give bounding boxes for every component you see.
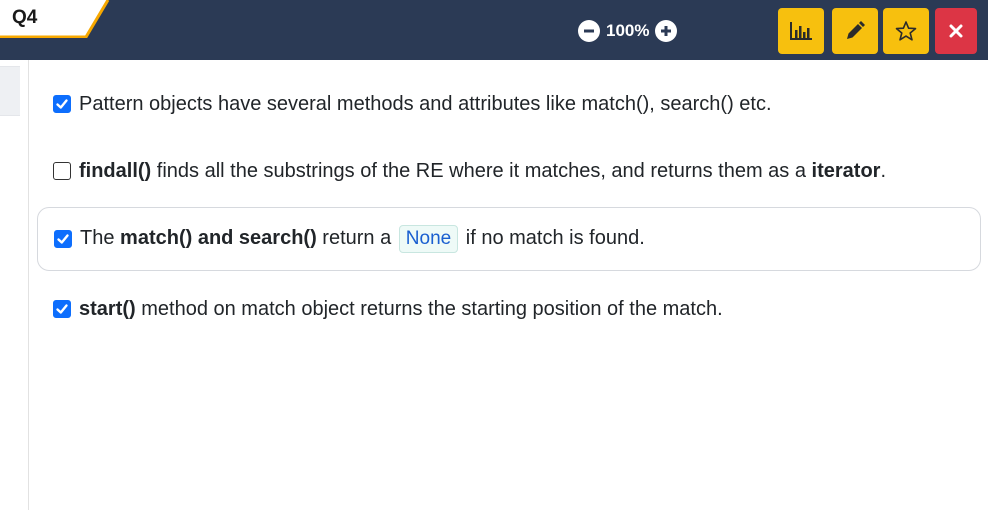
option-2[interactable]: findall() finds all the substrings of th…: [37, 155, 981, 187]
option-1-text: Pattern objects have several methods and…: [79, 92, 772, 115]
star-icon: [895, 21, 917, 41]
zoom-level: 100%: [606, 21, 650, 40]
option-2-checkbox[interactable]: [53, 162, 71, 180]
sidebar-selected-item[interactable]: [0, 66, 20, 116]
option-4[interactable]: start() method on match object returns t…: [37, 293, 981, 325]
edit-button[interactable]: [832, 8, 878, 54]
option-4-text: start() method on match object returns t…: [79, 297, 723, 320]
close-button[interactable]: [935, 8, 977, 54]
close-icon: [949, 24, 963, 38]
zoom-out-button[interactable]: [578, 20, 600, 42]
question-number: Q4: [12, 7, 38, 28]
option-1-checkbox[interactable]: [53, 95, 71, 113]
bar-chart-icon: [790, 22, 812, 40]
option-3[interactable]: The match() and search() return a None i…: [37, 207, 981, 271]
question-tab[interactable]: Q4: [0, 0, 110, 38]
checkmark-icon: [57, 234, 69, 244]
option-1[interactable]: Pattern objects have several methods and…: [37, 88, 981, 120]
favorite-button[interactable]: [883, 8, 929, 54]
checkmark-icon: [56, 99, 68, 109]
option-4-checkbox[interactable]: [53, 300, 71, 318]
plus-icon: [661, 26, 672, 36]
top-toolbar: Q4 100%: [0, 0, 988, 60]
minus-icon: [584, 29, 594, 33]
pencil-icon: [847, 21, 865, 39]
zoom-control: 100%: [578, 18, 678, 44]
option-3-checkbox[interactable]: [54, 230, 72, 248]
inline-code: None: [398, 225, 459, 253]
stats-button[interactable]: [778, 8, 824, 54]
option-3-text: The match() and search() return a None i…: [80, 225, 645, 253]
zoom-in-button[interactable]: [655, 20, 678, 42]
option-2-text: findall() finds all the substrings of th…: [79, 159, 887, 182]
question-sidebar: [0, 60, 29, 510]
checkmark-icon: [56, 304, 68, 314]
